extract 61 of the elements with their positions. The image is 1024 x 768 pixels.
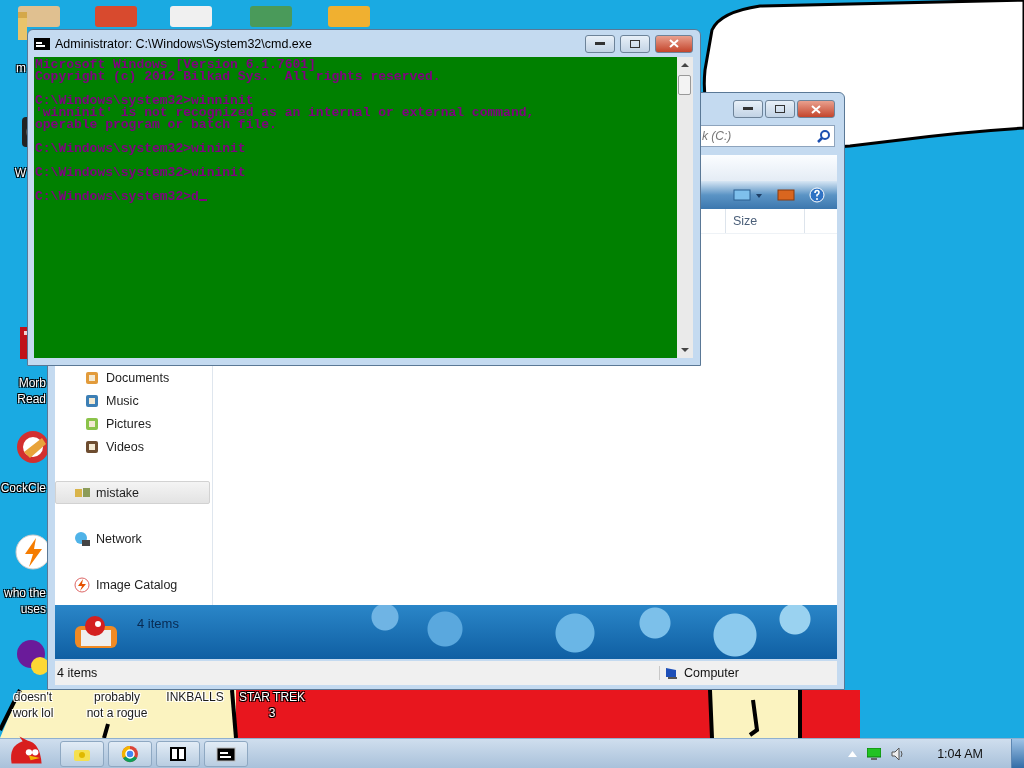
console-line: C:\Windows\system32>winninit <box>35 93 254 108</box>
help-icon <box>809 187 825 203</box>
folder-icon <box>84 415 100 432</box>
globe-icon <box>74 530 90 547</box>
desktop-icon-label[interactable]: STAR TREK 3 <box>238 689 306 721</box>
computer-icon <box>664 666 680 680</box>
folder-icon <box>84 392 100 409</box>
maximize-button[interactable] <box>765 100 795 118</box>
nav-item[interactable]: Videos <box>55 435 210 458</box>
nav-item[interactable]: mistake <box>55 481 210 504</box>
nav-item[interactable]: Pictures <box>55 412 210 435</box>
help-button[interactable] <box>809 187 825 203</box>
column-header[interactable]: Size <box>725 209 805 233</box>
network-icon[interactable] <box>867 747 882 760</box>
maximize-icon <box>630 39 640 48</box>
location-text: Computer <box>684 666 739 680</box>
close-icon <box>669 39 679 48</box>
search-field[interactable]: k (C:) <box>699 125 835 147</box>
nav-item[interactable]: Network <box>55 527 210 550</box>
minimize-button[interactable] <box>733 100 763 118</box>
clock[interactable]: 1:04 AM <box>937 746 983 761</box>
taskbar-button[interactable] <box>204 740 248 767</box>
desktop-icon-label[interactable]: INKBALLS <box>166 689 224 705</box>
maximize-button[interactable] <box>620 34 650 53</box>
console-line: Microsoft Windows [Version 6.1.7601] <box>35 57 316 72</box>
taskbar-button[interactable] <box>156 740 200 767</box>
pane-icon <box>777 189 795 201</box>
browser-icon <box>120 743 140 764</box>
scroll-thumb[interactable] <box>678 75 691 95</box>
close-button[interactable] <box>655 34 693 53</box>
console-line: C:\Windows\system32>wininit <box>35 165 246 180</box>
folder-icon <box>84 438 100 455</box>
minimize-icon <box>743 107 753 111</box>
folder-icon <box>84 369 100 386</box>
lightning-icon <box>74 576 90 593</box>
nav-item[interactable]: Music <box>55 389 210 412</box>
status-text: 4 items <box>56 666 99 680</box>
console-line: C:\Windows\system32>d <box>35 189 199 204</box>
item-count: 4 items <box>137 615 179 631</box>
scrollbar[interactable] <box>677 57 693 358</box>
window-title: Administrator: C:\Windows\System32\cmd.exe <box>55 36 314 51</box>
volume-icon[interactable] <box>891 746 906 761</box>
scroll-up-icon[interactable] <box>681 62 689 68</box>
nav-item[interactable]: Image Catalog <box>55 573 210 596</box>
search-icon <box>817 130 830 143</box>
show-desktop-button[interactable] <box>1011 738 1024 768</box>
view-button[interactable] <box>733 188 763 202</box>
close-icon <box>811 104 821 114</box>
minimize-icon <box>595 41 605 46</box>
desktop-icon[interactable] <box>14 428 47 466</box>
close-button[interactable] <box>797 100 835 118</box>
console-icon <box>34 37 50 50</box>
desktop-icon-label[interactable]: probably not a rogue <box>86 689 148 721</box>
console-line: C:\Windows\system32>wininit <box>35 141 246 156</box>
nav-item[interactable]: Documents <box>55 366 210 389</box>
scroll-down-icon[interactable] <box>681 347 689 353</box>
text-cursor <box>198 199 207 201</box>
view-icon <box>733 188 763 202</box>
desktop-icon[interactable] <box>14 638 47 676</box>
maximize-icon <box>775 105 785 113</box>
minimize-button[interactable] <box>585 34 615 53</box>
